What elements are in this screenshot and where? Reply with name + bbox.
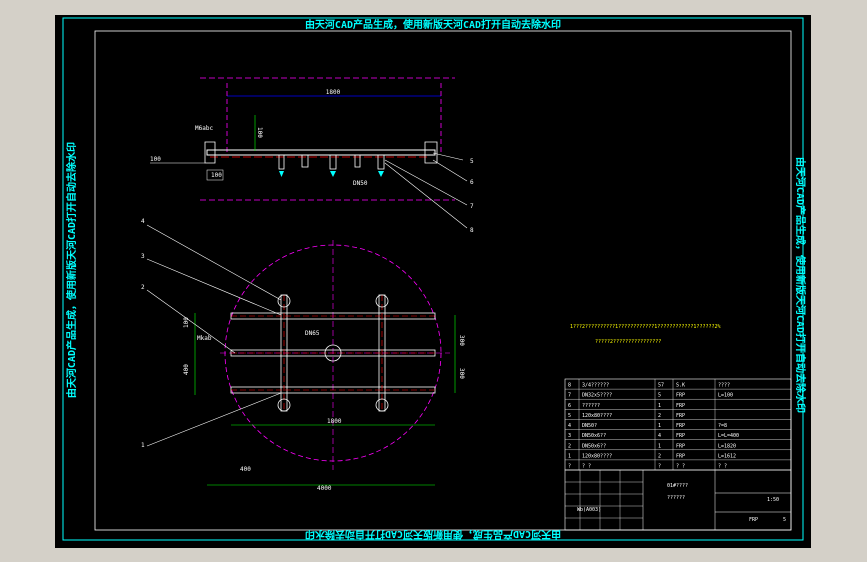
table-cell-note: ? ?: [718, 464, 727, 470]
table-cell-qty: 1: [658, 423, 661, 429]
table-cell-note: L=L=400: [718, 433, 739, 439]
table-cell-mat: S.K: [676, 383, 685, 389]
plan-dim-l2: 400: [183, 364, 190, 375]
table-cell-mat: FRP: [676, 393, 685, 399]
table-cell-no: 4: [568, 423, 571, 429]
plan-dim-outer: 4000: [317, 485, 332, 492]
table-cell-note: L=1612: [718, 453, 736, 459]
callout-8: 8: [470, 227, 474, 234]
callout-4: 4: [141, 218, 145, 225]
callout-5: 5: [470, 158, 474, 165]
inner-frame: [94, 30, 792, 531]
table-cell-name: ? ?: [582, 464, 591, 470]
table-cell-mat: FRP: [676, 423, 685, 429]
table-cell-no: 1: [568, 453, 571, 459]
title-name: ??????: [667, 495, 685, 501]
table-cell-mat: FRP: [676, 403, 685, 409]
cad-drawing-canvas[interactable]: 由天河CAD产品生成，使用新版天河CAD打开自动去除水印 由天河CAD产品生成，…: [55, 15, 811, 548]
callout-2: 2: [141, 284, 145, 291]
table-cell-no: 8: [568, 383, 571, 389]
title-scale: 1:50: [767, 497, 779, 503]
table-cell-name: DN50x6??: [582, 443, 606, 449]
table-cell-note: L=100: [718, 393, 733, 399]
plan-dim-inner: 1800: [327, 418, 342, 425]
table-cell-no: 2: [568, 443, 571, 449]
elev-dim-h1: 100: [211, 172, 222, 179]
table-cell-no: 5: [568, 413, 571, 419]
table-cell-qty: 57: [658, 383, 664, 389]
table-cell-name: 120x80????: [582, 413, 612, 419]
notes-line2: ?????2????????????????: [595, 339, 661, 345]
plan-dim-left: Mkab: [197, 335, 212, 342]
plan-dim-r2: 300: [458, 368, 465, 379]
table-cell-qty: 5: [658, 393, 661, 399]
watermark-bottom: 由天河CAD产品生成，使用新版天河CAD打开自动去除水印: [305, 528, 561, 541]
table-cell-qty: 1: [658, 403, 661, 409]
watermark-right: 由天河CAD产品生成，使用新版天河CAD打开自动去除水印: [794, 157, 807, 413]
cad-drawing: 由天河CAD产品生成，使用新版天河CAD打开自动去除水印 由天河CAD产品生成，…: [62, 17, 807, 541]
elev-dim-vert: 100: [256, 127, 263, 138]
table-cell-no: 7: [568, 393, 571, 399]
title-left-text: Wb(A003): [577, 507, 601, 513]
table-cell-name: 120x80????: [582, 453, 612, 459]
table-cell-mat: FRP: [676, 453, 685, 459]
elev-dim-mid: DN50: [353, 180, 368, 187]
title-block: 01#???? ?????? 1:50 FRP 5 Wb(A003): [564, 469, 792, 531]
elev-dim-pipe: 100: [150, 156, 161, 163]
parts-table: 8 3/4?????? 57 S.K ???? 7 DN32x5???? 5 FRP L=100 6…: [564, 378, 792, 471]
elev-dim-left: M6abc: [195, 125, 213, 132]
table-cell-qty: 1: [658, 443, 661, 449]
table-cell-qty: 2: [658, 413, 661, 419]
table-cell-note: ?=8: [718, 423, 727, 429]
table-cell-name: DN50?: [582, 423, 597, 429]
callout-7: 7: [470, 203, 474, 210]
callout-6: 6: [470, 179, 474, 186]
callout-3: 3: [141, 253, 145, 260]
table-cell-no: 6: [568, 403, 571, 409]
table-cell-name: DN32x5????: [582, 393, 612, 399]
table-cell-note: L=1820: [718, 443, 736, 449]
plan-dim-dn: DN65: [305, 330, 320, 337]
table-cell-mat: FRP: [676, 413, 685, 419]
elevation-view: 1800 100 M6abc 100 100 DN50 5 6 7 8: [150, 77, 474, 234]
table-cell-qty: ?: [658, 464, 661, 470]
watermark-top: 由天河CAD产品生成，使用新版天河CAD打开自动去除水印: [305, 18, 561, 31]
elev-dim-top: 1800: [326, 89, 341, 96]
notes-line1: 1???2??????????1????????????1???????????…: [570, 324, 721, 330]
table-cell-mat: ? ?: [676, 464, 685, 470]
title-sheet: 5: [783, 517, 786, 523]
table-cell-note: ????: [718, 383, 730, 389]
table-cell-name: DN50x6??: [582, 433, 606, 439]
table-cell-qty: 4: [658, 433, 661, 439]
table-cell-name: 3/4??????: [582, 383, 609, 389]
title-code: 01#????: [667, 483, 688, 489]
table-cell-no: ?: [568, 464, 571, 470]
title-material: FRP: [749, 517, 758, 523]
plan-dim-b1: 400: [240, 466, 251, 473]
plan-dim-r1: 300: [458, 335, 465, 346]
plan-view: 4000 1800 100 400 300 300 Mkab DN65 400 …: [141, 218, 465, 492]
table-cell-no: 3: [568, 433, 571, 439]
callout-1: 1: [141, 442, 145, 449]
table-cell-qty: 2: [658, 453, 661, 459]
watermark-left: 由天河CAD产品生成，使用新版天河CAD打开自动去除水印: [65, 142, 78, 398]
table-cell-name: ??????: [582, 403, 600, 409]
table-cell-mat: FRP: [676, 443, 685, 449]
table-cell-mat: FRP: [676, 433, 685, 439]
